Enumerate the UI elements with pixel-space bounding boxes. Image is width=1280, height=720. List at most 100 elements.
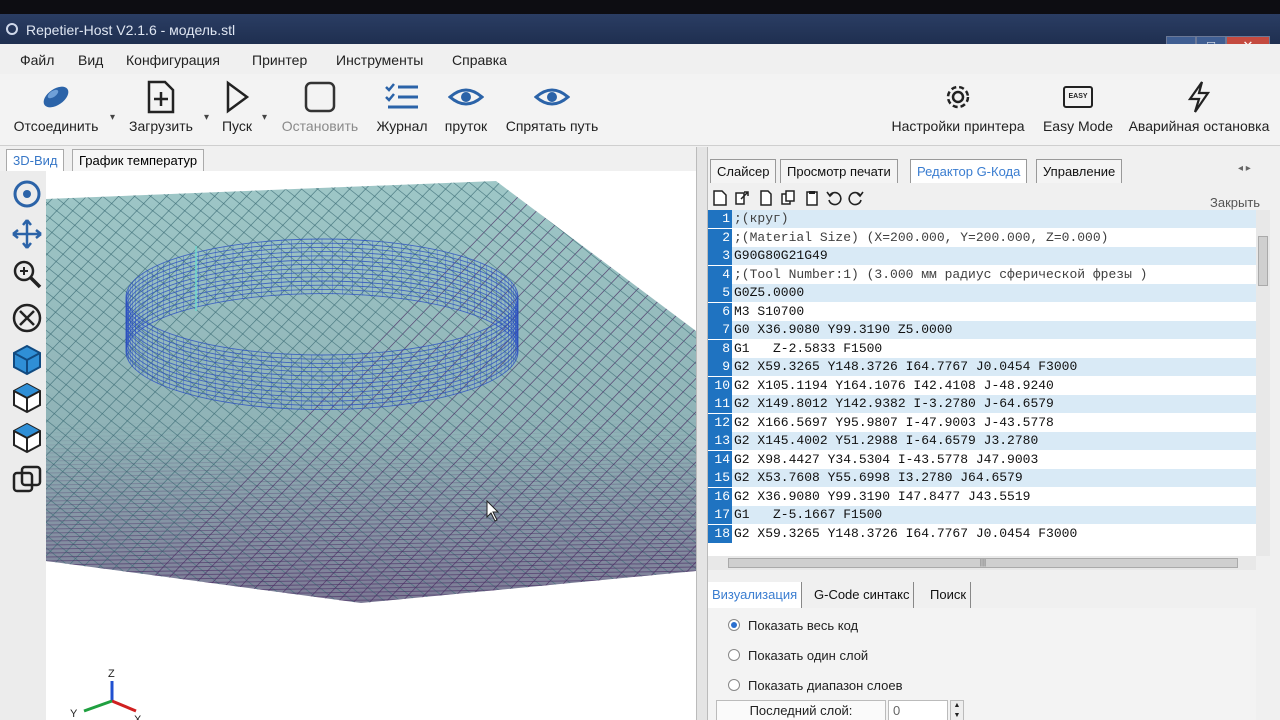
layer-spinner[interactable]: ▲ ▼ <box>950 700 964 720</box>
add-file-icon <box>147 80 175 114</box>
tab-temperature-graph[interactable]: График температур <box>72 149 205 171</box>
code-line[interactable]: 1 ;(круг) <box>708 210 1256 228</box>
visualization-panel: Показать весь код Показать один слой Пок… <box>708 608 1256 720</box>
editor-horizontal-scrollbar[interactable]: ||| <box>708 556 1256 570</box>
menu-file[interactable]: Файл <box>20 52 54 68</box>
top-view-cube-icon[interactable] <box>10 381 44 415</box>
undo-icon[interactable] <box>826 190 842 206</box>
last-layer-input[interactable]: 0 <box>888 700 948 720</box>
new-file-icon[interactable] <box>712 190 728 206</box>
checklist-icon <box>385 83 418 109</box>
show-all-code-label: Показать весь код <box>748 618 859 633</box>
tab-3d-view[interactable]: 3D-Вид <box>6 149 65 171</box>
fit-view-icon[interactable] <box>10 301 44 335</box>
tab-visualization[interactable]: Визуализация <box>708 582 803 608</box>
redo-icon[interactable] <box>848 190 864 206</box>
code-line[interactable]: 18 G2 X59.3265 Y148.3726 I64.7767 J0.0454… <box>708 524 1256 543</box>
tab-gcode-syntax[interactable]: G-Code синтакс <box>810 582 915 608</box>
side-view-cube-icon[interactable] <box>10 421 44 455</box>
multiple-objects-icon[interactable] <box>10 463 44 497</box>
code-line[interactable]: 3 G90G80G21G49 <box>708 247 1256 265</box>
tab-search[interactable]: Поиск <box>926 582 972 608</box>
move-view-icon[interactable] <box>10 217 44 251</box>
rotate-view-icon[interactable] <box>10 177 44 211</box>
code-text: G2 X59.3265 Y148.3726 I64.7767 J0.0454 F… <box>734 359 1078 374</box>
radio-show-all-code[interactable] <box>728 619 740 631</box>
tab-scroll-arrows[interactable]: ◂ ▸ <box>1238 163 1251 174</box>
code-text: G90G80G21G49 <box>734 248 828 263</box>
log-button[interactable]: Журнал <box>372 76 432 134</box>
code-text: G0Z5.0000 <box>734 285 805 300</box>
line-number: 1 <box>708 210 732 228</box>
3d-viewport[interactable]: Z Y X <box>46 171 696 720</box>
radio-show-single-layer[interactable] <box>728 649 740 661</box>
main-toolbar: Отсоединить ▾ Загрузить ▾ Пуск ▾ Останов… <box>0 74 1280 146</box>
menu-help[interactable]: Справка <box>452 52 507 68</box>
code-line[interactable]: 15 G2 X53.7608 Y55.6998 I3.2780 J64.6579 <box>708 469 1256 487</box>
stop-button[interactable]: Остановить <box>276 76 364 134</box>
code-line[interactable]: 7 G0 X36.9080 Y99.3190 Z5.0000 <box>708 321 1256 339</box>
code-line[interactable]: 9 G2 X59.3265 Y148.3726 I64.7767 J0.0454 … <box>708 358 1256 376</box>
load-dropdown-icon[interactable]: ▾ <box>204 112 209 123</box>
zoom-icon[interactable] <box>10 257 44 291</box>
code-line[interactable]: 5 G0Z5.0000 <box>708 284 1256 302</box>
line-number: 9 <box>708 358 732 376</box>
bottom-tab-strip: Визуализация G-Code синтакс Поиск <box>708 580 1008 608</box>
printer-settings-button[interactable]: Настройки принтера <box>884 76 1032 134</box>
code-line[interactable]: 8 G1 Z-2.5833 F1500 <box>708 339 1256 358</box>
export-icon[interactable] <box>734 190 750 206</box>
line-number: 3 <box>708 247 732 265</box>
code-text: ;(круг) <box>734 211 789 226</box>
code-line[interactable]: 11 G2 X149.8012 Y142.9382 I-3.2780 J-64.6… <box>708 395 1256 413</box>
start-button[interactable]: Пуск <box>214 76 260 134</box>
code-text: G2 X98.4427 Y34.5304 I-43.5778 J47.9003 <box>734 451 1039 467</box>
clipboard-icon[interactable] <box>804 190 820 206</box>
filament-toggle-button[interactable]: пруток <box>440 76 492 134</box>
print-bed-scene[interactable]: Z Y X <box>46 171 696 720</box>
easy-mode-button[interactable]: EASY Easy Mode <box>1040 76 1116 134</box>
last-layer-label: Последний слой: <box>716 700 886 720</box>
scrollbar-thumb[interactable]: ||| <box>728 558 1238 568</box>
emergency-label: Аварийная остановка <box>1128 118 1270 134</box>
stop-icon <box>304 81 336 113</box>
gcode-editor[interactable]: 1 ;(круг) 2 ;(Material Size) (X=200.000, Y=… <box>708 210 1256 556</box>
menu-printer[interactable]: Принтер <box>252 52 307 68</box>
menu-view[interactable]: Вид <box>78 52 103 68</box>
menu-configuration[interactable]: Конфигурация <box>126 52 220 68</box>
hide-path-button[interactable]: Спрятать путь <box>500 76 604 134</box>
lightning-icon <box>1187 81 1211 113</box>
menu-tools[interactable]: Инструменты <box>336 52 423 68</box>
code-line[interactable]: 6 M3 S10700 <box>708 302 1256 321</box>
disconnect-button[interactable]: Отсоединить <box>8 76 104 134</box>
document-icon[interactable] <box>758 190 774 206</box>
code-line[interactable]: 4 ;(Tool Number:1) (3.000 мм радиус сфери… <box>708 265 1256 284</box>
load-button[interactable]: Загрузить <box>122 76 200 134</box>
code-line[interactable]: 17 G1 Z-5.1667 F1500 <box>708 506 1256 524</box>
close-editor-button[interactable]: Закрыть <box>1210 195 1260 210</box>
code-line[interactable]: 10 G2 X105.1194 Y164.1076 I42.4108 J-48.9… <box>708 376 1256 395</box>
code-text: G2 X166.5697 Y95.9807 I-47.9003 J-43.577… <box>734 414 1054 430</box>
copy-icon[interactable] <box>780 190 796 206</box>
panel-splitter[interactable] <box>696 147 708 720</box>
tab-print-preview[interactable]: Просмотр печати <box>780 159 898 183</box>
code-line[interactable]: 2 ;(Material Size) (X=200.000, Y=200.000,… <box>708 228 1256 247</box>
tab-slicer[interactable]: Слайсер <box>710 159 777 183</box>
log-label: Журнал <box>376 118 428 134</box>
code-line[interactable]: 13 G2 X145.4002 Y51.2988 I-64.6579 J3.278… <box>708 432 1256 450</box>
radio-show-layer-range[interactable] <box>728 679 740 691</box>
editor-vertical-scrollbar[interactable] <box>1256 210 1270 556</box>
front-view-cube-icon[interactable] <box>10 343 44 377</box>
code-line[interactable]: 12 G2 X166.5697 Y95.9807 I-47.9003 J-43.5… <box>708 413 1256 432</box>
tab-manual-control[interactable]: Управление <box>1036 159 1123 183</box>
disconnect-dropdown-icon[interactable]: ▾ <box>110 112 115 123</box>
eye-icon <box>448 88 484 106</box>
code-line[interactable]: 16 G2 X36.9080 Y99.3190 I47.8477 J43.5519 <box>708 487 1256 506</box>
code-text: G2 X149.8012 Y142.9382 I-3.2780 J-64.657… <box>734 396 1054 411</box>
start-dropdown-icon[interactable]: ▾ <box>262 112 267 123</box>
right-tab-strip: Слайсер Просмотр печати Редактор G-Кода … <box>708 147 1280 183</box>
axis-gizmo: Z Y X <box>70 668 142 720</box>
stop-label: Остановить <box>281 118 359 134</box>
emergency-stop-button[interactable]: Аварийная остановка <box>1124 76 1274 134</box>
code-line[interactable]: 14 G2 X98.4427 Y34.5304 I-43.5778 J47.900… <box>708 450 1256 469</box>
tab-gcode-editor[interactable]: Редактор G-Кода <box>910 159 1028 183</box>
